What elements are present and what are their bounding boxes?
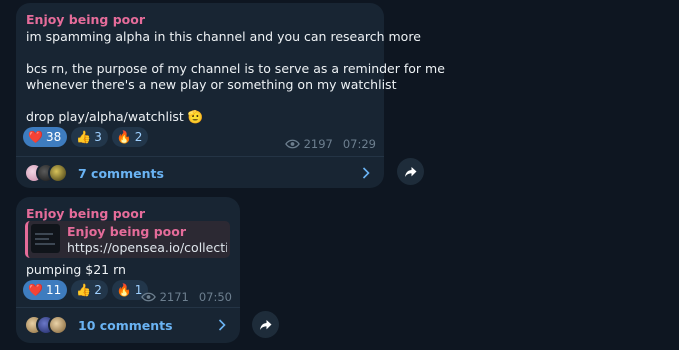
preview-title: Enjoy being poor (67, 224, 187, 239)
thumbs-up-emoji: 👍 (76, 130, 92, 144)
message-bubble[interactable]: Enjoy being poor Enjoy being poor https:… (16, 197, 240, 343)
reaction-heart[interactable]: ❤️ 38 (23, 127, 68, 147)
share-arrow-icon (405, 166, 417, 177)
share-button[interactable] (397, 158, 424, 185)
view-count: 2171 (159, 290, 189, 304)
commenter-avatars (24, 163, 68, 183)
comments-count: 7 comments (78, 165, 164, 181)
message-meta: 2197 07:29 (284, 137, 376, 151)
heart-emoji: ❤️ (28, 130, 43, 144)
message-line: pumping $21 rn (26, 262, 126, 277)
divider (16, 156, 384, 157)
forwarded-link-preview[interactable]: Enjoy being poor https://opensea.io/coll… (25, 221, 230, 258)
sender-name[interactable]: Enjoy being poor (26, 206, 145, 221)
comments-link[interactable]: 7 comments (24, 161, 376, 185)
preview-thumbnail (31, 224, 60, 253)
fire-emoji: 🔥 (116, 283, 132, 297)
message-meta: 2171 07:50 (140, 290, 232, 304)
avatar (48, 315, 68, 335)
eye-icon (284, 139, 300, 149)
reaction-count: 2 (134, 130, 143, 144)
reaction-thumbs-up[interactable]: 👍 3 (71, 127, 108, 147)
preview-link[interactable]: https://opensea.io/collectio... (67, 240, 227, 255)
timestamp: 07:50 (198, 290, 232, 304)
sender-name[interactable]: Enjoy being poor (26, 12, 145, 27)
view-count: 2197 (303, 137, 333, 151)
fire-emoji: 🔥 (116, 130, 132, 144)
comments-count: 10 comments (78, 317, 173, 333)
reactions-bar: ❤️ 38 👍 3 🔥 2 (23, 127, 149, 147)
comments-link[interactable]: 10 comments (24, 313, 232, 337)
reaction-fire[interactable]: 🔥 2 (111, 127, 149, 147)
message-line: drop play/alpha/watchlist 🫡 (26, 109, 204, 124)
reaction-heart[interactable]: ❤️ 11 (23, 280, 68, 300)
message-line: bcs rn, the purpose of my channel is to … (26, 61, 445, 76)
reaction-count: 2 (94, 283, 102, 297)
message-line: im spamming alpha in this channel and yo… (26, 29, 421, 44)
divider (16, 307, 240, 308)
message-bubble[interactable]: Enjoy being poor im spamming alpha in th… (16, 3, 445, 188)
heart-emoji: ❤️ (28, 283, 43, 297)
commenter-avatars (24, 315, 68, 335)
share-button[interactable] (252, 311, 279, 338)
avatar (48, 163, 68, 183)
reaction-count: 11 (45, 283, 62, 297)
reaction-thumbs-up[interactable]: 👍 2 (71, 280, 108, 300)
reactions-bar: ❤️ 11 👍 2 🔥 1 (23, 280, 149, 300)
chevron-right-icon (362, 167, 370, 179)
thumbs-up-emoji: 👍 (76, 283, 92, 297)
reaction-count: 38 (45, 130, 62, 144)
reaction-count: 3 (94, 130, 102, 144)
message-line: whenever there's a new play or something… (26, 77, 397, 92)
eye-icon (140, 292, 156, 302)
share-arrow-icon (260, 319, 272, 330)
chevron-right-icon (218, 319, 226, 331)
timestamp: 07:29 (342, 137, 376, 151)
